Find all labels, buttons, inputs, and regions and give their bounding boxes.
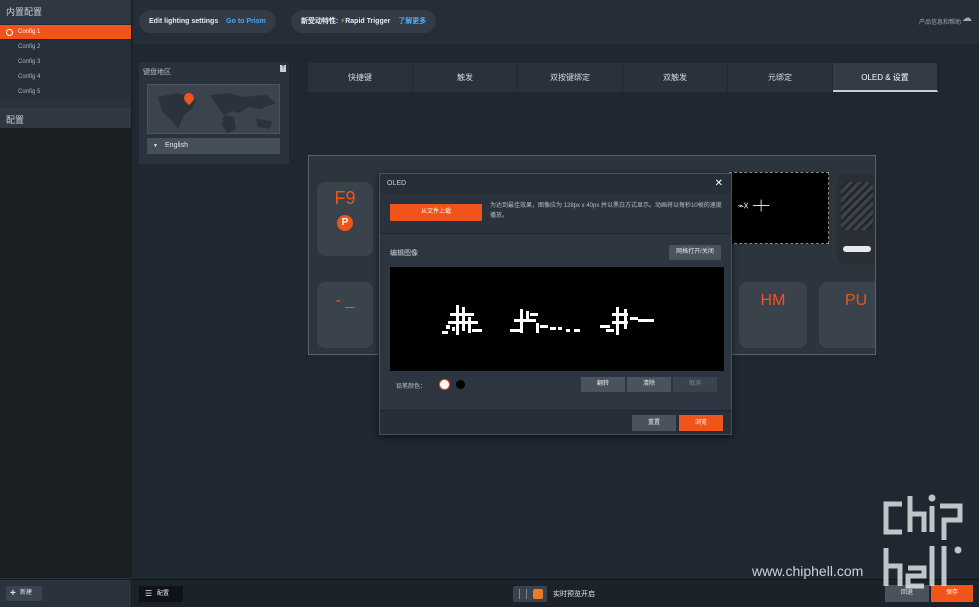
- knob-indicator-icon: [843, 246, 871, 252]
- lighting-text: Edit lighting settings: [149, 18, 219, 25]
- key-minus-label: - _: [335, 292, 355, 309]
- toggle-knob: [533, 589, 543, 599]
- feature-banner[interactable]: 新受动特性: ⚡Rapid Trigger 了解更多: [291, 10, 437, 33]
- key-f9-label: F9: [334, 188, 356, 208]
- brush-color-black[interactable]: [456, 380, 465, 389]
- oled-signature-preview: ⌁☓ ─┼─: [738, 201, 769, 212]
- dialog-title: OLED: [387, 180, 407, 187]
- key-home[interactable]: HM: [739, 282, 807, 348]
- tab-oled-settings[interactable]: OLED & 设置: [833, 63, 938, 92]
- clear-button[interactable]: 清除: [627, 377, 671, 392]
- tab-shortcuts[interactable]: 快捷键: [308, 63, 413, 92]
- signature-drawing: [442, 305, 654, 335]
- caret-down-icon: ▼: [153, 143, 158, 149]
- region-title: 键盘地区: [143, 69, 171, 76]
- sidebar-item-config-3[interactable]: Config 3: [0, 54, 131, 69]
- oled-drawing-canvas[interactable]: [390, 267, 724, 371]
- profile-button[interactable]: ☰ 配置: [139, 586, 183, 602]
- tab-dual-key[interactable]: 双按键绑定: [518, 63, 623, 92]
- tab-meta-binding[interactable]: 元绑定: [728, 63, 833, 92]
- brush-color-label: 铅笔颜色：: [396, 384, 427, 390]
- profiles-list: [0, 128, 131, 578]
- sidebar-item-config-2[interactable]: Config 2: [0, 39, 131, 54]
- list-icon: ☰: [145, 589, 153, 598]
- key-p-badge: P: [337, 215, 353, 231]
- product-help-link[interactable]: 产品信息和帮助: [919, 17, 961, 26]
- bottom-bar: ☰ 配置 实时预览开启 回退 保存: [133, 579, 979, 607]
- go-to-prism-link[interactable]: Go to Prism: [226, 18, 266, 25]
- upload-row: 从文件上载 为达到最佳效果，图像应为 128px x 40px 并以黑白方式显示…: [380, 194, 731, 234]
- feature-name: Rapid Trigger: [345, 18, 391, 25]
- live-preview-toggle[interactable]: [513, 586, 547, 602]
- key-f9[interactable]: F9 P: [317, 182, 373, 256]
- language-value: English: [165, 142, 188, 149]
- tab-actuation[interactable]: 触发: [413, 63, 518, 92]
- brush-color-white[interactable]: [439, 379, 450, 390]
- language-select[interactable]: ▼ English: [147, 138, 280, 154]
- upload-hint: 为达到最佳效果，图像应为 128px x 40px 并以黑白方式显示。动画将以每…: [490, 203, 722, 219]
- reset-button[interactable]: 重置: [632, 415, 676, 431]
- new-profile-button[interactable]: + 新建: [6, 586, 42, 601]
- key-page-up[interactable]: PU: [819, 282, 875, 348]
- builtin-configs-header: 内置配置: [0, 0, 131, 24]
- sidebar-item-config-4[interactable]: Config 4: [0, 69, 131, 84]
- key-home-label: HM: [760, 292, 786, 309]
- feature-text: 新受动特性:: [301, 18, 339, 25]
- profile-label: 配置: [157, 591, 170, 597]
- keyboard-region-panel: 键盘地区 ? ▼ English: [139, 62, 289, 164]
- oled-preview-strip: ⌁☓ ─┼─: [729, 172, 829, 244]
- upload-from-file-button[interactable]: 从文件上载: [390, 204, 482, 221]
- sidebar-item-label: Config 1: [18, 29, 41, 35]
- new-profile-label: 新建: [20, 590, 33, 596]
- cloud-help-icon[interactable]: ☁: [962, 13, 974, 25]
- edit-image-title: 编辑图像: [390, 250, 418, 257]
- plus-icon: +: [10, 588, 16, 599]
- help-question-icon[interactable]: ?: [280, 65, 286, 72]
- volume-knob[interactable]: [837, 174, 875, 264]
- undo-button[interactable]: 取消: [673, 377, 717, 392]
- dialog-header: OLED ✕: [380, 174, 731, 194]
- key-minus[interactable]: - _: [317, 282, 373, 348]
- sidebar: 内置配置 Config 1 Config 2 Config 3 Config 4…: [0, 0, 132, 607]
- lighting-banner[interactable]: Edit lighting settings Go to Prism: [139, 10, 276, 33]
- watermark-site: www.chiphell.com: [752, 563, 864, 579]
- live-preview-label: 实时预览开启: [553, 591, 595, 598]
- key-page-up-label: PU: [845, 292, 868, 309]
- active-indicator-icon: [6, 29, 13, 36]
- grip-icon: [519, 589, 527, 599]
- dialog-footer: 重置 浏览: [380, 410, 731, 434]
- knob-texture-icon: [841, 182, 873, 230]
- learn-more-link[interactable]: 了解更多: [398, 18, 426, 25]
- settings-tabs: 快捷键 触发 双按键绑定 双触发 元绑定 OLED & 设置: [308, 63, 976, 93]
- flip-button[interactable]: 翻转: [581, 377, 625, 392]
- grid-toggle-button[interactable]: 网格打开/关闭: [669, 245, 721, 260]
- world-map[interactable]: [147, 84, 280, 134]
- sidebar-footer: + 新建: [0, 579, 131, 607]
- close-icon[interactable]: ✕: [715, 174, 723, 194]
- sidebar-item-config-5[interactable]: Config 5: [0, 84, 131, 99]
- top-bar: Edit lighting settings Go to Prism 新受动特性…: [133, 0, 979, 44]
- chiphell-logo-icon: [883, 494, 963, 589]
- browse-button[interactable]: 浏览: [679, 415, 723, 431]
- world-map-icon: [158, 93, 276, 133]
- sidebar-item-config-1[interactable]: Config 1: [0, 24, 131, 39]
- tab-dual-trigger[interactable]: 双触发: [623, 63, 728, 92]
- oled-dialog: OLED ✕ 从文件上载 为达到最佳效果，图像应为 128px x 40px 并…: [379, 173, 732, 435]
